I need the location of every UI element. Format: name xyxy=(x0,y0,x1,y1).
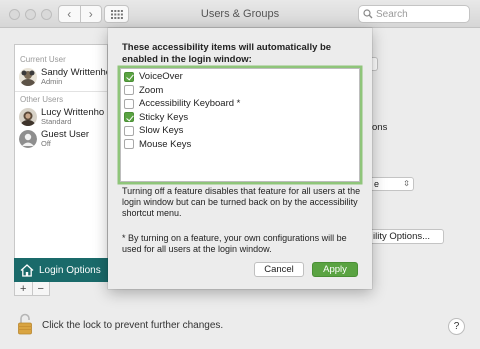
checkbox[interactable] xyxy=(124,98,134,109)
background-text-fragment: ons xyxy=(372,122,388,133)
checkbox[interactable] xyxy=(124,112,134,123)
lock-icon[interactable] xyxy=(18,313,32,335)
back-button[interactable]: ‹ xyxy=(59,6,80,22)
guest-avatar-icon xyxy=(19,130,37,148)
chevron-right-icon: › xyxy=(88,7,93,21)
background-select[interactable]: e ⇳ xyxy=(372,177,414,191)
checkbox-row-sticky-keys[interactable]: Sticky Keys xyxy=(121,111,359,125)
select-value: e xyxy=(374,179,380,189)
search-field[interactable] xyxy=(358,5,470,23)
current-user-header: Current User xyxy=(20,55,66,64)
checkbox[interactable] xyxy=(124,71,134,82)
checkbox-label: Sticky Keys xyxy=(139,111,189,123)
apply-button[interactable]: Apply xyxy=(312,262,358,277)
user-row-guest[interactable]: Guest User Off xyxy=(15,128,107,150)
checkbox[interactable] xyxy=(124,125,134,136)
sheet-footnote: * By turning on a feature, your own conf… xyxy=(122,233,347,254)
checkbox-label: VoiceOver xyxy=(139,71,183,83)
checkbox-row-zoom[interactable]: Zoom xyxy=(121,84,359,98)
chevron-left-icon: ‹ xyxy=(67,7,72,21)
checkbox[interactable] xyxy=(124,139,134,150)
accessibility-items-list: VoiceOver Zoom Accessibility Keyboard * … xyxy=(120,68,360,182)
show-all-button[interactable] xyxy=(104,5,129,23)
back-forward-group: ‹ › xyxy=(58,5,102,23)
remove-user-button[interactable]: − xyxy=(31,282,50,295)
checkbox-label: Mouse Keys xyxy=(139,138,192,150)
login-options-item[interactable]: Login Options xyxy=(14,258,108,282)
minimize-window-button[interactable] xyxy=(25,9,36,20)
house-icon xyxy=(20,263,34,277)
accessibility-sheet: These accessibility items will automatic… xyxy=(108,28,372,289)
title-bar: ‹ › Users & Groups xyxy=(0,0,480,28)
checkbox-row-accessibility-keyboard[interactable]: Accessibility Keyboard * xyxy=(121,97,359,111)
preferences-window: ‹ › Users & Groups Current User xyxy=(0,0,480,349)
user-role: Admin xyxy=(41,77,63,86)
minus-icon: − xyxy=(37,282,44,295)
other-users-header: Other Users xyxy=(20,95,64,104)
checkbox-label: Slow Keys xyxy=(139,125,184,137)
checkbox-row-voiceover[interactable]: VoiceOver xyxy=(121,70,359,84)
search-icon xyxy=(363,9,373,19)
avatar xyxy=(19,68,37,86)
login-options-label: Login Options xyxy=(39,264,101,276)
user-name: Sandy Writtenho xyxy=(41,67,108,78)
user-role: Off xyxy=(41,139,51,148)
chevron-updown-icon: ⇳ xyxy=(403,179,410,188)
divider xyxy=(15,91,107,92)
close-window-button[interactable] xyxy=(9,9,20,20)
checkbox-label: Zoom xyxy=(139,84,164,96)
checkbox-row-mouse-keys[interactable]: Mouse Keys xyxy=(121,138,359,152)
forward-button[interactable]: › xyxy=(79,6,102,22)
user-row-lucy[interactable]: Lucy Writtenho Standard xyxy=(15,106,107,128)
add-remove-controls: + − xyxy=(14,282,50,296)
lock-message: Click the lock to prevent further change… xyxy=(42,320,224,331)
users-list: Current User Sandy Writtenho Admin Other… xyxy=(14,44,108,282)
checkbox-label: Accessibility Keyboard * xyxy=(139,98,241,110)
zoom-window-button[interactable] xyxy=(41,9,52,20)
user-row-sandy[interactable]: Sandy Writtenho Admin xyxy=(15,66,107,88)
plus-icon: + xyxy=(20,282,27,295)
user-name: Guest User xyxy=(41,129,90,140)
window-title: Users & Groups xyxy=(200,8,280,20)
search-input[interactable] xyxy=(376,8,466,20)
user-role: Standard xyxy=(41,117,72,126)
background-button-partial[interactable] xyxy=(372,57,378,71)
sheet-note: Turning off a feature disables that feat… xyxy=(122,186,361,218)
avatar xyxy=(19,108,37,126)
checkbox[interactable] xyxy=(124,85,134,96)
sheet-intro-text: These accessibility items will automatic… xyxy=(122,42,332,65)
accessibility-options-button[interactable]: ility Options... xyxy=(372,229,444,244)
add-user-button[interactable]: + xyxy=(15,282,32,295)
grid-icon xyxy=(110,9,123,19)
cancel-button[interactable]: Cancel xyxy=(254,262,304,277)
checkbox-row-slow-keys[interactable]: Slow Keys xyxy=(121,124,359,138)
help-button[interactable]: ? xyxy=(448,318,465,335)
user-name: Lucy Writtenho xyxy=(41,107,105,118)
